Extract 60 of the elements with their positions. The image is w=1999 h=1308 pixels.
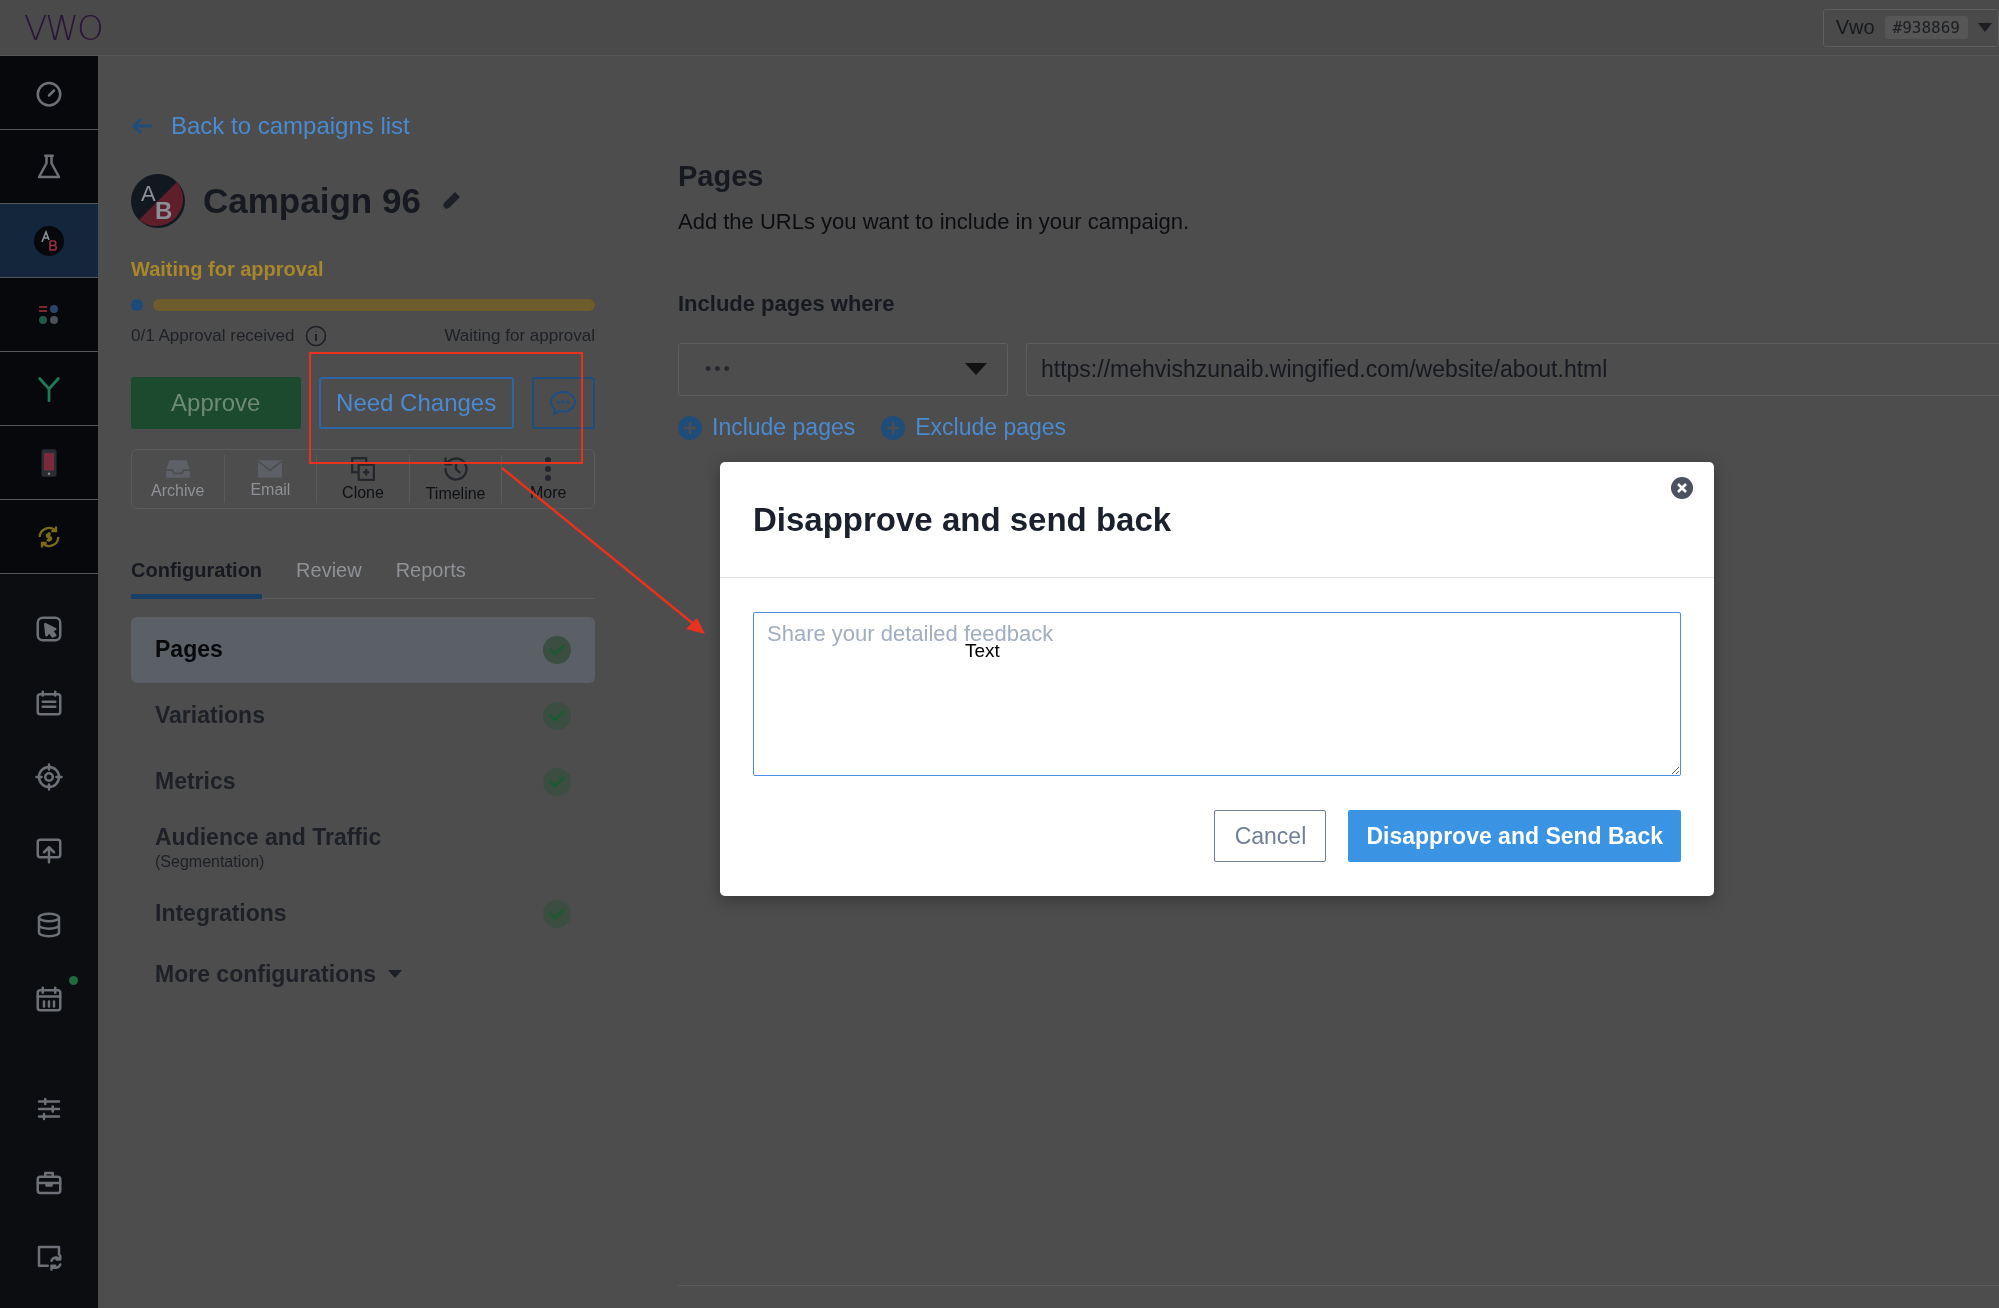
sidebar-item[interactable] xyxy=(0,204,98,278)
close-button[interactable] xyxy=(1670,476,1694,500)
include-label: Include pages where xyxy=(678,291,896,317)
sidebar-item[interactable] xyxy=(0,426,98,500)
config-item-label: Pages xyxy=(155,636,223,663)
approve-button[interactable]: Approve xyxy=(131,377,301,429)
sidebar-item[interactable] xyxy=(0,278,98,352)
caret-icon xyxy=(965,363,987,376)
condition-dropdown[interactable]: ••• xyxy=(678,343,1008,396)
envelope-icon xyxy=(257,459,284,479)
dialog-title: Disapprove and send back xyxy=(753,500,1172,539)
back-link[interactable]: Back to campaigns list xyxy=(131,108,595,144)
add-link[interactable]: Exclude pages xyxy=(881,414,1067,441)
account-id: #938869 xyxy=(1884,16,1968,39)
cursor-icon xyxy=(34,614,64,644)
tab[interactable]: Review xyxy=(296,555,362,599)
caret-icon xyxy=(1978,22,1992,33)
plus-circle-icon xyxy=(881,415,906,440)
chat-icon xyxy=(549,390,578,416)
info-icon[interactable] xyxy=(304,325,327,347)
section-title: Pages xyxy=(678,160,765,193)
comment-button[interactable] xyxy=(531,377,595,429)
config-item[interactable]: Pages xyxy=(131,616,595,683)
section-description: Add the URLs you want to include in your campaign. xyxy=(678,209,1191,235)
list-icon xyxy=(34,688,64,718)
disapprove-button[interactable]: Disapprove and Send Back xyxy=(1348,810,1681,862)
step-dot xyxy=(131,299,143,311)
need-changes-button[interactable]: Need Changes xyxy=(318,377,514,429)
campaign-avatar: A B xyxy=(131,174,185,228)
add-link[interactable]: Include pages xyxy=(678,414,856,441)
history-icon xyxy=(441,455,470,483)
split-icon xyxy=(35,374,63,403)
arrow-left-icon xyxy=(131,117,153,135)
tab[interactable]: Configuration xyxy=(131,555,263,599)
upload-screen-icon xyxy=(34,836,64,866)
action-button[interactable]: Timeline xyxy=(408,455,502,503)
apps-icon xyxy=(37,302,61,327)
url-field[interactable]: https://mehvishzunaib.wingified.com/website/about.html xyxy=(1026,343,1999,396)
ab-test-icon xyxy=(33,224,65,257)
sidebar-item[interactable] xyxy=(0,56,98,130)
check-icon xyxy=(543,767,571,796)
more-icon xyxy=(544,456,553,482)
copy-icon xyxy=(350,456,376,482)
check-icon xyxy=(543,899,571,928)
plus-circle-icon xyxy=(678,415,702,440)
target-icon xyxy=(34,762,64,792)
sidebar-item[interactable] xyxy=(0,130,98,204)
text-label: Text xyxy=(965,640,1000,662)
sidebar-item[interactable] xyxy=(0,500,98,574)
check-icon xyxy=(543,635,571,664)
cancel-button[interactable]: Cancel xyxy=(1214,810,1327,862)
caret-icon xyxy=(388,969,403,979)
status-label: Waiting for approval xyxy=(131,258,325,281)
action-button[interactable]: Clone xyxy=(316,455,409,503)
campaign-title: Campaign 96 xyxy=(203,181,421,221)
tab[interactable]: Reports xyxy=(395,555,466,599)
sidebar-item[interactable] xyxy=(0,352,98,426)
calendar-icon xyxy=(34,984,64,1014)
check-icon xyxy=(543,701,571,730)
archive-icon xyxy=(164,458,191,480)
